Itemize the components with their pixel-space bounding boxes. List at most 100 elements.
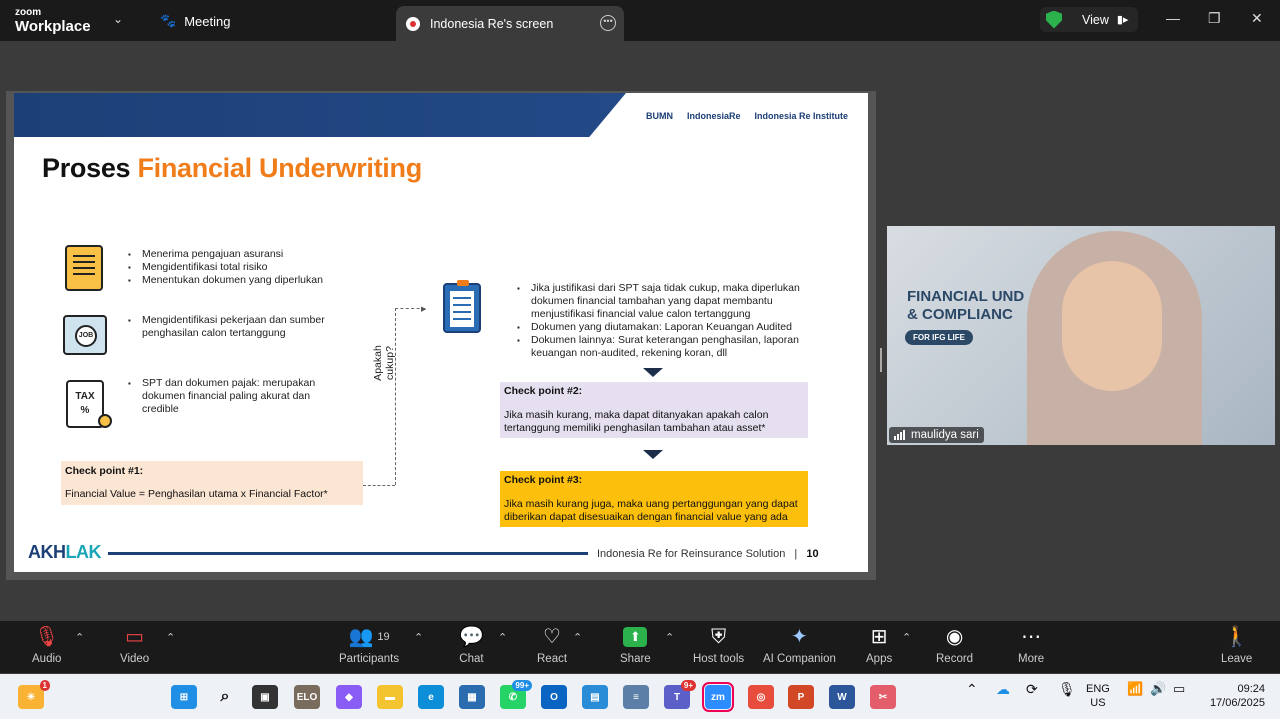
host-tools-button[interactable]: ⛨ Host tools — [693, 621, 744, 665]
snipping-tool-icon[interactable]: ✂ — [870, 685, 896, 709]
react-button[interactable]: ♡ React — [537, 621, 567, 665]
check-point-1: Check point #1: Financial Value = Pengha… — [61, 461, 363, 505]
elo-app-icon[interactable]: ELO — [294, 685, 320, 709]
title-bar: zoom Workplace ⌄ 🐾 Meeting Indonesia Re'… — [0, 0, 1280, 41]
panel-resize-handle[interactable] — [880, 348, 882, 372]
more-options-icon[interactable]: ••• — [600, 15, 616, 31]
indonesiare-logo: IndonesiaRe — [686, 111, 741, 121]
taskbar: ☀ 1 ⊞ ⌕ ▣ ELO ◆ ▬ e ▦ ✆ 99+ O ▤ ≡ T 9+ zm ◎… — [0, 674, 1280, 719]
whatsapp-icon[interactable]: ✆ 99+ — [500, 680, 532, 709]
apps-icon: ⊞ — [870, 626, 888, 648]
close-icon[interactable]: ✕ — [1251, 10, 1263, 27]
brand-bottom: Workplace — [15, 18, 91, 35]
arrow-down-icon — [643, 450, 663, 459]
host-tools-label: Host tools — [693, 653, 745, 665]
copilot-icon[interactable]: ◆ — [336, 685, 362, 709]
notes-app-icon[interactable]: ≡ — [623, 685, 649, 709]
wifi-icon[interactable]: 📶 — [1127, 682, 1143, 696]
teams-icon[interactable]: T 9+ — [664, 680, 696, 709]
bullet: Mengidentifikasi pekerjaan dan sumber pe… — [128, 314, 338, 340]
chevron-up-icon[interactable]: ⌃ — [966, 682, 978, 696]
record-button[interactable]: ◉ Record — [936, 621, 973, 665]
chevron-up-icon[interactable]: ⌃ — [414, 631, 423, 644]
leave-label: Leave — [1221, 653, 1253, 665]
camera-off-icon: ▭ — [125, 626, 145, 648]
bullet: Menentukan dokumen yang diperlukan — [128, 274, 368, 287]
slide: BUMN IndonesiaRe Indonesia Re Institute … — [14, 93, 868, 572]
check-point-3: Check point #3: Jika masih kurang juga, … — [500, 471, 808, 527]
share-button[interactable]: ⬆ Share — [620, 621, 651, 665]
header-band — [14, 93, 626, 137]
bullet: SPT dan dokumen pajak: merupakan dokumen… — [128, 377, 328, 416]
volume-icon[interactable]: 🔊 — [1150, 682, 1166, 696]
share-label: Share — [620, 653, 651, 665]
clock[interactable]: 09:24 17/06/2025 — [1205, 682, 1265, 710]
ai-companion-label: AI Companion — [763, 653, 836, 665]
chevron-up-icon[interactable]: ⌃ — [498, 631, 507, 644]
edge-icon[interactable]: e — [418, 685, 444, 709]
more-icon: ⋯ — [1021, 626, 1042, 648]
document-icon — [65, 245, 103, 291]
signal-icon — [894, 430, 905, 440]
restore-icon[interactable]: ❐ — [1208, 10, 1221, 27]
language-indicator[interactable]: ENG US — [1086, 682, 1110, 710]
sync-icon[interactable]: ⟳ — [1026, 682, 1038, 696]
chevron-up-icon[interactable]: ⌃ — [665, 631, 674, 644]
task-view-icon[interactable]: ▣ — [252, 685, 278, 709]
chevron-up-icon[interactable]: ⌃ — [902, 631, 911, 644]
leave-button[interactable]: 🚶 Leave — [1221, 621, 1252, 665]
arrow-right-icon: ▶ — [421, 306, 427, 313]
video-button[interactable]: ▭ Video — [120, 621, 149, 665]
windows-start-icon[interactable]: ⊞ — [171, 685, 197, 709]
file-explorer-icon[interactable]: ▬ — [377, 685, 403, 709]
shield-icon — [1046, 10, 1062, 29]
job-search-icon: JOB — [63, 315, 107, 355]
more-button[interactable]: ⋯ More — [1018, 621, 1044, 665]
chevron-up-icon[interactable]: ⌃ — [75, 631, 84, 644]
chevron-up-icon[interactable]: ⌃ — [573, 631, 582, 644]
zoom-taskbar-icon[interactable]: zm — [702, 682, 734, 712]
bullets-3: SPT dan dokumen pajak: merupakan dokumen… — [128, 377, 328, 416]
apps-button[interactable]: ⊞ Apps — [866, 621, 892, 665]
audio-button[interactable]: 🎙 Audio — [32, 621, 61, 665]
calendar-app-icon[interactable]: ▤ — [582, 685, 608, 709]
bullets-2: Mengidentifikasi pekerjaan dan sumber pe… — [128, 314, 338, 340]
participant-name-tag: maulidya sari — [889, 427, 984, 443]
check-point-1-text: Financial Value = Penghasilan utama x Fi… — [65, 488, 328, 500]
check-point-2: Check point #2: Jika masih kurang, maka … — [500, 382, 808, 438]
minimize-icon[interactable]: — — [1166, 10, 1180, 26]
check-point-2-title: Check point #2: — [504, 385, 583, 397]
tab-shared-screen[interactable]: Indonesia Re's screen ••• — [396, 6, 624, 41]
paw-icon: 🐾 — [160, 13, 177, 28]
ai-companion-button[interactable]: ✦ AI Companion — [763, 621, 836, 665]
participants-button[interactable]: 👥 19 Participants — [339, 621, 399, 665]
battery-icon[interactable]: ▭ — [1173, 682, 1185, 696]
word-icon[interactable]: W — [829, 685, 855, 709]
powerpoint-icon[interactable]: P — [788, 685, 814, 709]
slide-title: Proses Financial Underwriting — [42, 153, 422, 184]
bullet: Mengidentifikasi total risiko — [128, 261, 368, 274]
store-icon[interactable]: ▦ — [459, 685, 485, 709]
bullet: Jika justifikasi dari SPT saja tidak cuk… — [517, 282, 807, 321]
heart-icon: ♡ — [543, 626, 561, 648]
search-icon[interactable]: ⌕ — [212, 685, 238, 709]
weather-icon[interactable]: ☀ 1 — [18, 680, 50, 709]
check-point-1-title: Check point #1: — [65, 465, 144, 477]
clipboard-checklist-icon — [443, 280, 481, 333]
tax-icon-text: TAX — [75, 391, 95, 402]
chat-button[interactable]: 💬 Chat — [459, 621, 484, 665]
job-icon-text: JOB — [75, 325, 97, 347]
record-label: Record — [936, 653, 974, 665]
video-tile[interactable]: FINANCIAL UND & COMPLIANC FOR IFG LIFE m… — [887, 226, 1275, 445]
arrow-down-icon — [643, 368, 663, 377]
brand-top: zoom — [15, 7, 42, 18]
onedrive-icon[interactable]: ☁ — [996, 682, 1010, 696]
chevron-down-icon[interactable]: ⌄ — [113, 12, 123, 26]
chrome-icon[interactable]: ◎ — [748, 685, 774, 709]
outlook-icon[interactable]: O — [541, 685, 567, 709]
view-button[interactable]: View ▮▸ — [1040, 7, 1138, 32]
chevron-up-icon[interactable]: ⌃ — [166, 631, 175, 644]
microphone-icon[interactable]: 🎙 — [1058, 682, 1076, 696]
apps-label: Apps — [866, 653, 893, 665]
tab-meeting[interactable]: 🐾 Meeting — [160, 9, 230, 33]
